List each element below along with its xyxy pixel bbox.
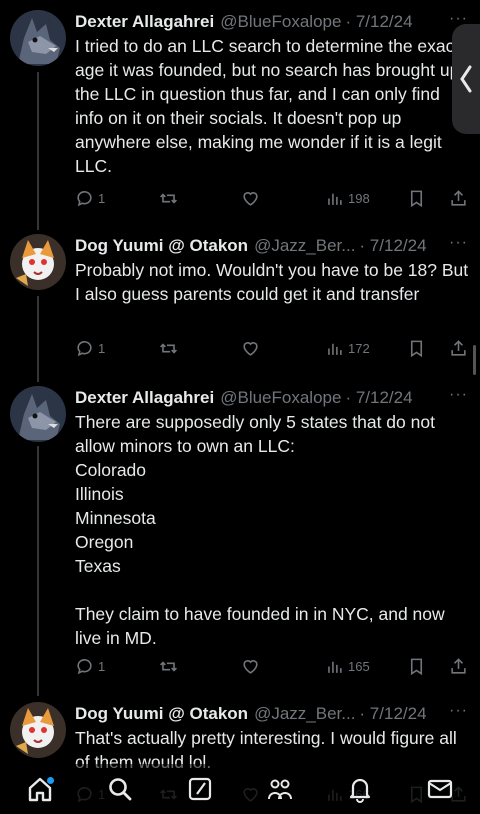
author-name[interactable]: Dog Yuumi @ Otakon (75, 704, 248, 724)
avatar[interactable] (10, 386, 66, 442)
reply-icon (77, 658, 92, 674)
tweet-date[interactable]: · 7/12/24 (359, 236, 426, 256)
views-icon (328, 343, 342, 355)
like-button[interactable] (241, 186, 264, 210)
bookmark-button[interactable] (407, 336, 426, 360)
avatar[interactable] (10, 702, 66, 758)
tweet[interactable]: Dog Yuumi @ Otakon @Jazz_Ber... · 7/12/2… (0, 234, 480, 364)
tweet-date[interactable]: · 7/12/24 (359, 704, 426, 724)
tweet-text: There are supposedly only 5 states that … (75, 412, 445, 648)
tweet-text: I tried to do an LLC search to determine… (75, 36, 460, 176)
share-button[interactable] (449, 336, 468, 360)
scrollbar[interactable] (473, 345, 476, 375)
bookmark-button[interactable] (407, 186, 426, 210)
views-button[interactable]: 172 (325, 336, 370, 360)
tweet[interactable]: Dexter Allagahrei @BlueFoxalope · 7/12/2… (0, 10, 480, 210)
bookmark-icon (410, 190, 423, 207)
bookmark-icon (410, 658, 423, 675)
author-handle[interactable]: @Jazz_Ber... (254, 236, 355, 256)
reply-count: 1 (98, 190, 106, 206)
author-name[interactable]: Dexter Allagahrei (75, 388, 214, 408)
views-icon (328, 193, 342, 205)
view-count: 172 (348, 340, 370, 356)
tweet-text: Probably not imo. Wouldn't you have to b… (75, 260, 469, 304)
communities-icon[interactable] (266, 775, 294, 803)
chevron-left-icon (460, 65, 472, 93)
views-button[interactable]: 165 (325, 654, 370, 678)
reply-icon (77, 340, 92, 356)
author-name[interactable]: Dog Yuumi @ Otakon (75, 236, 248, 256)
edge-panel-handle[interactable] (452, 24, 480, 134)
reply-count: 1 (98, 658, 106, 674)
author-name[interactable]: Dexter Allagahrei (75, 12, 214, 32)
tweet-actions: 1 198 (75, 186, 470, 210)
heart-icon (243, 341, 258, 356)
bookmark-icon (410, 340, 423, 357)
retweet-icon (160, 192, 177, 204)
views-icon (328, 661, 342, 673)
tweet-date[interactable]: · 7/12/24 (345, 12, 412, 32)
tweet-date[interactable]: · 7/12/24 (345, 388, 412, 408)
compose-icon[interactable] (186, 775, 214, 803)
tweet-actions: 1 172 (75, 336, 470, 360)
retweet-button[interactable] (159, 336, 182, 360)
reply-button[interactable]: 1 (75, 336, 105, 360)
home-icon[interactable] (26, 775, 54, 803)
view-count: 165 (348, 658, 370, 674)
more-options-icon[interactable]: ··· (449, 702, 468, 720)
bottom-nav (0, 764, 480, 814)
like-button[interactable] (241, 654, 264, 678)
heart-icon (243, 191, 258, 206)
tweet[interactable]: Dexter Allagahrei @BlueFoxalope · 7/12/2… (0, 386, 480, 686)
messages-icon[interactable] (426, 775, 454, 803)
tweet-actions: 1 165 (75, 654, 470, 678)
reply-button[interactable]: 1 (75, 654, 105, 678)
reply-count: 1 (98, 340, 106, 356)
share-icon (451, 657, 466, 674)
bookmark-button[interactable] (407, 654, 426, 678)
retweet-icon (160, 342, 177, 354)
more-options-icon[interactable]: ··· (449, 386, 468, 404)
retweet-button[interactable] (159, 654, 182, 678)
more-options-icon[interactable]: ··· (449, 234, 468, 252)
share-button[interactable] (449, 654, 468, 678)
retweet-button[interactable] (159, 186, 182, 210)
author-handle[interactable]: @BlueFoxalope (220, 12, 341, 32)
share-button[interactable] (449, 186, 468, 210)
notifications-icon[interactable] (346, 775, 374, 803)
views-button[interactable]: 198 (325, 186, 370, 210)
share-icon (451, 339, 466, 356)
author-handle[interactable]: @BlueFoxalope (220, 388, 341, 408)
share-icon (451, 189, 466, 206)
new-posts-dot (47, 777, 54, 784)
like-button[interactable] (241, 336, 264, 360)
reply-icon (77, 190, 92, 206)
reply-button[interactable]: 1 (75, 186, 105, 210)
avatar[interactable] (10, 234, 66, 290)
avatar[interactable] (10, 10, 66, 66)
author-handle[interactable]: @Jazz_Ber... (254, 704, 355, 724)
search-icon[interactable] (106, 775, 134, 803)
view-count: 198 (348, 190, 370, 206)
heart-icon (243, 659, 258, 674)
retweet-icon (160, 660, 177, 672)
